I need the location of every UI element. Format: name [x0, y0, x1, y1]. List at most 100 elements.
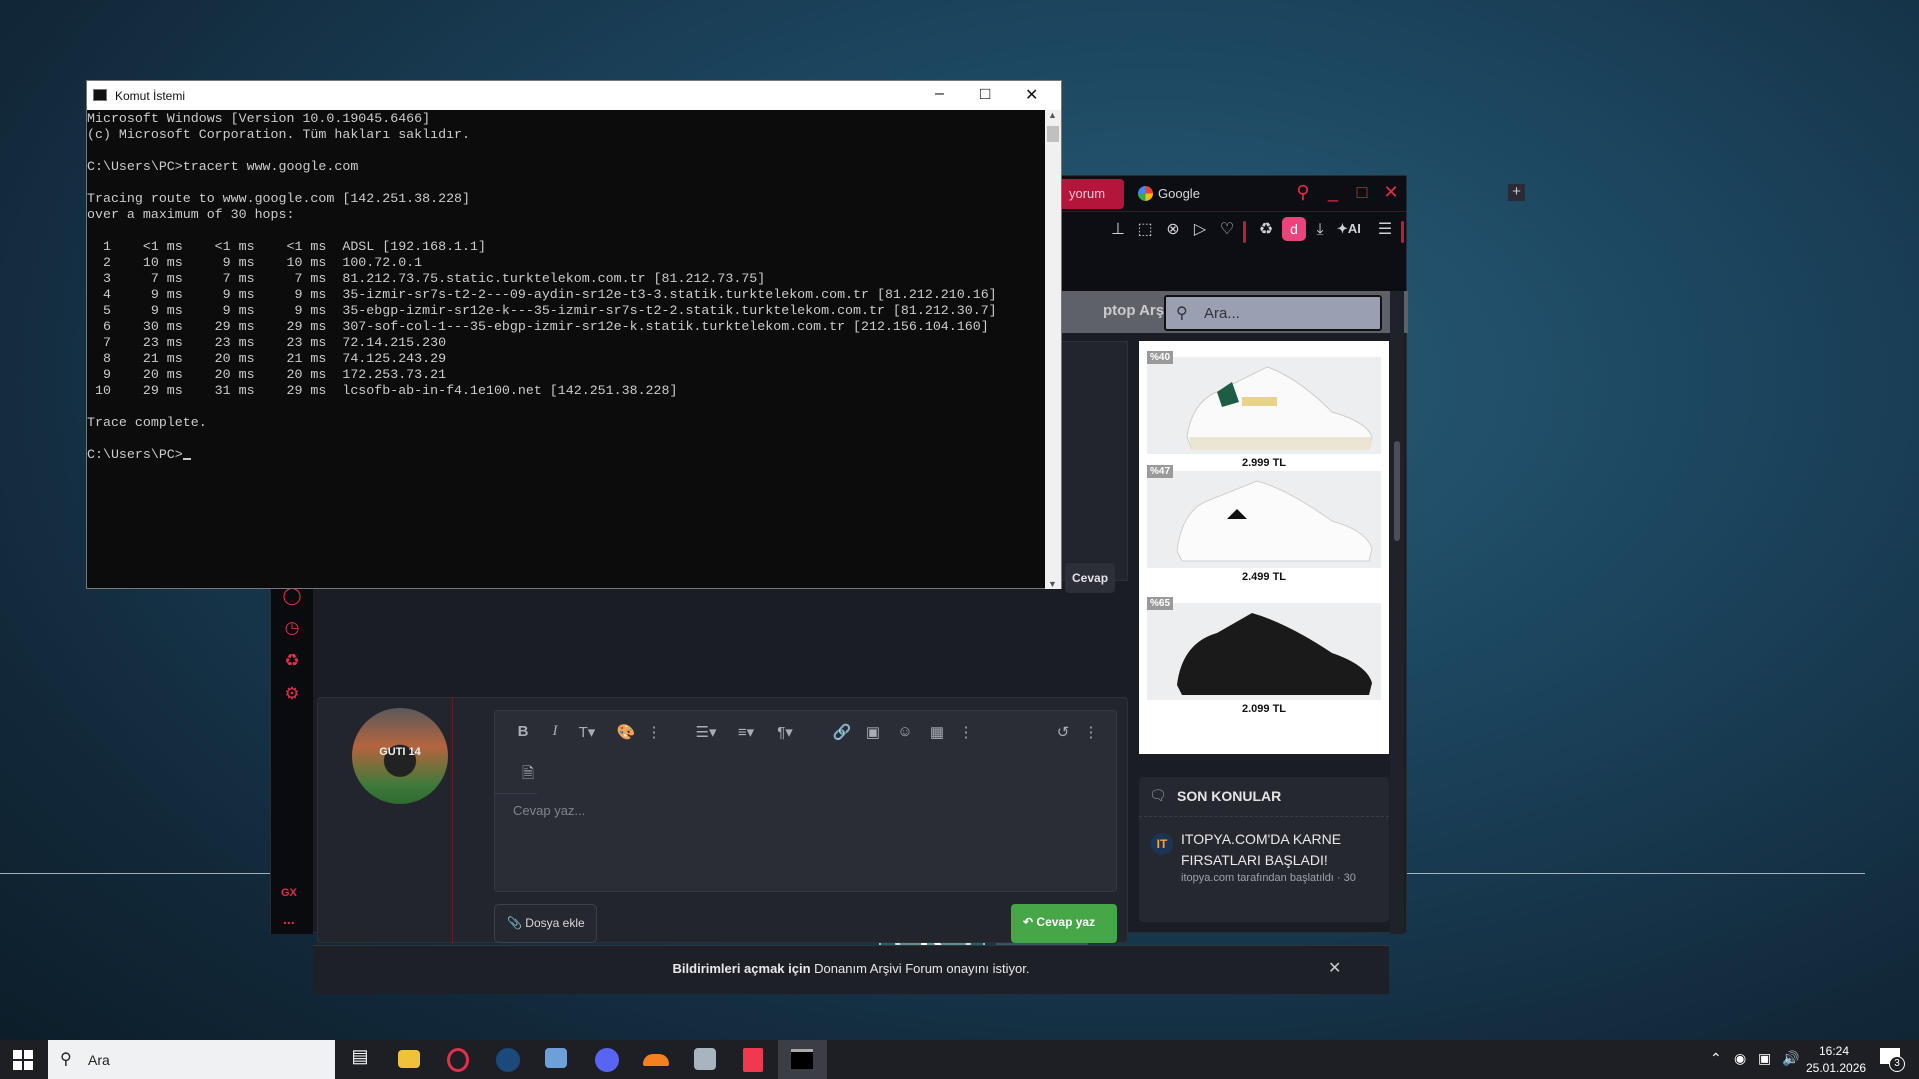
close-button[interactable]: ✕	[1379, 182, 1403, 203]
toolbar-divider	[1243, 221, 1246, 243]
console-line: Tracing route to www.google.com [142.251…	[87, 191, 471, 206]
product-price: 2.499 TL	[1241, 571, 1287, 583]
more-icon[interactable]: ...	[283, 911, 295, 927]
notification-text: Bildirimleri açmak için Donanım Arşivi F…	[672, 961, 1030, 976]
close-button[interactable]: ✕	[1025, 85, 1038, 105]
start-button[interactable]	[13, 1050, 33, 1070]
list-icon[interactable]: ☰▾	[695, 723, 717, 741]
undo-icon[interactable]: ↺	[1052, 723, 1074, 741]
player-icon[interactable]: ▷	[1189, 220, 1211, 240]
gx-label[interactable]: GX	[281, 887, 297, 899]
shoe-image	[1147, 603, 1381, 700]
reply-textarea[interactable]: Cevap yaz...	[513, 803, 585, 818]
attach-file-button[interactable]: 📎 Dosya ekle	[494, 904, 597, 943]
image-icon[interactable]: ▣	[862, 723, 884, 741]
opera-gx-icon[interactable]	[447, 1048, 469, 1072]
heart-icon[interactable]: ♡	[1216, 220, 1238, 240]
more-vertical-icon[interactable]: ⋮	[1080, 723, 1102, 741]
maximize-button[interactable]: □	[980, 84, 990, 104]
console-line: 7 23 ms 23 ms 23 ms 72.14.215.230	[87, 335, 447, 350]
close-icon[interactable]: ✕	[1328, 958, 1341, 978]
console-line: Trace complete.	[87, 415, 207, 430]
minimize-button[interactable]: _	[1321, 182, 1345, 203]
resource-monitor-icon[interactable]	[694, 1048, 716, 1070]
color-palette-icon[interactable]: 🎨	[615, 723, 637, 741]
bold-icon[interactable]: B	[512, 723, 534, 740]
ai-button[interactable]: ✦AI	[1337, 221, 1361, 237]
product-price: 2.999 TL	[1241, 457, 1287, 469]
adblock-icon[interactable]: ⊗	[1162, 220, 1184, 240]
italic-icon[interactable]: I	[544, 723, 566, 740]
emoji-icon[interactable]: ☺	[894, 723, 916, 740]
console-line: 4 9 ms 9 ms 9 ms 35-izmir-sr7s-t2-2---09…	[87, 287, 997, 302]
download-icon[interactable]: ⤓	[1309, 220, 1331, 240]
discord-icon[interactable]	[595, 1048, 619, 1072]
new-tab-button[interactable]: +	[1508, 184, 1525, 201]
settings-icon[interactable]: ⚙	[281, 684, 303, 706]
son-konular-widget: 🗨 SON KONULAR IT ITOPYA.COM'DA KARNE FIR…	[1139, 777, 1389, 922]
clock[interactable]: 16:24 25.01.2026	[1806, 1043, 1866, 1077]
preview-icon[interactable]: 🗎	[517, 763, 539, 788]
text-cursor	[182, 458, 191, 460]
pin-icon[interactable]: ⊥	[1107, 220, 1129, 240]
valorant-icon[interactable]	[743, 1048, 763, 1072]
tab-google[interactable]: Google	[1126, 179, 1246, 209]
discount-badge: %47	[1147, 465, 1174, 478]
taskbar: ⚲ Ara ▤ ⌃ ◉ ▣ 🔊 16:24 25.01.2026 3	[0, 1040, 1919, 1079]
console-line: (c) Microsoft Corporation. Tüm hakları s…	[87, 127, 471, 142]
console-line: 3 7 ms 7 ms 7 ms 81.212.73.75.static.tur…	[87, 271, 766, 286]
extensions-icon[interactable]: ♻	[1255, 220, 1277, 240]
file-explorer-icon[interactable]	[398, 1050, 420, 1068]
network-icon[interactable]: ▣	[1758, 1050, 1771, 1067]
search-icon[interactable]: ⚲	[1291, 182, 1315, 203]
discount-badge: %40	[1147, 351, 1174, 364]
task-view-icon[interactable]: ▤	[346, 1046, 374, 1074]
google-icon	[1138, 186, 1153, 201]
action-center-button[interactable]: 3	[1880, 1048, 1905, 1072]
gallery-icon[interactable]: ▦	[926, 723, 948, 741]
reply-small-button[interactable]: Cevap	[1065, 563, 1115, 593]
shoe-image	[1147, 471, 1381, 568]
reply-icon: ↶	[1023, 915, 1034, 929]
player-icon[interactable]: ◯	[281, 586, 303, 608]
meet-now-icon[interactable]: ◉	[1734, 1050, 1746, 1067]
topic-link[interactable]: ITOPYA.COM'DA KARNE FIRSATLARI BAŞLADI!	[1181, 829, 1381, 871]
title-bar[interactable]: Komut İstemi – □ ✕	[87, 81, 1061, 110]
remote-desktop-icon[interactable]	[545, 1048, 567, 1068]
easy-setup-icon[interactable]: ☰	[1374, 220, 1396, 240]
minimize-button[interactable]: –	[935, 85, 944, 103]
more-vertical-icon[interactable]: ⋮	[643, 723, 665, 741]
console-line: 2 10 ms 9 ms 10 ms 100.72.0.1	[87, 255, 423, 270]
submit-reply-button[interactable]: ↶ Cevap yaz	[1011, 904, 1117, 943]
page-scrollbar[interactable]	[1390, 291, 1404, 934]
search-input[interactable]: ⚲ Ara...	[1164, 295, 1382, 331]
console-line: Microsoft Windows [Version 10.0.19045.64…	[87, 111, 431, 126]
profile-avatar[interactable]: d	[1282, 217, 1306, 241]
link-icon[interactable]: 🔗	[831, 723, 853, 741]
history-icon[interactable]: ◷	[281, 618, 303, 640]
toolbar-divider-right	[1401, 221, 1404, 243]
font-size-icon[interactable]: T▾	[576, 723, 598, 741]
steam-icon[interactable]	[496, 1048, 520, 1072]
cmd-taskbar-button[interactable]	[778, 1040, 827, 1079]
extensions-icon[interactable]: ♻	[281, 651, 303, 673]
search-icon: ⚲	[60, 1051, 72, 1068]
notification-permission-bar: Bildirimleri açmak için Donanım Arşivi F…	[313, 945, 1389, 994]
console-output[interactable]: Microsoft Windows [Version 10.0.19045.64…	[87, 111, 1047, 589]
paragraph-icon[interactable]: ¶▾	[774, 723, 796, 741]
align-icon[interactable]: ≡▾	[735, 723, 757, 741]
reply-form: GUTI 14 B I T▾ 🎨 ⋮ ☰▾ ≡▾ ¶▾ 🔗 ▣ ☺ ▦ ⋮ ↺ …	[317, 697, 1128, 944]
volume-icon[interactable]: 🔊	[1782, 1050, 1799, 1067]
show-hidden-icons[interactable]: ⌃	[1710, 1050, 1722, 1067]
window-title: Komut İstemi	[115, 89, 186, 103]
scrollbar[interactable]: ▲ ▼	[1045, 110, 1061, 589]
cmd-icon	[93, 89, 107, 101]
taskbar-search[interactable]: ⚲ Ara	[48, 1040, 335, 1079]
cloudflare-icon[interactable]	[643, 1054, 669, 1066]
reply-editor[interactable]: B I T▾ 🎨 ⋮ ☰▾ ≡▾ ¶▾ 🔗 ▣ ☺ ▦ ⋮ ↺ ⋮ 🗎 Ceva…	[494, 710, 1117, 892]
more-vertical-icon[interactable]: ⋮	[955, 723, 977, 741]
snapshot-icon[interactable]: ⬚	[1134, 220, 1156, 240]
maximize-button[interactable]: □	[1350, 182, 1374, 203]
product-ad[interactable]: %40 2.999 TL %47 2.499 TL %65 2.099 TL	[1139, 341, 1389, 754]
